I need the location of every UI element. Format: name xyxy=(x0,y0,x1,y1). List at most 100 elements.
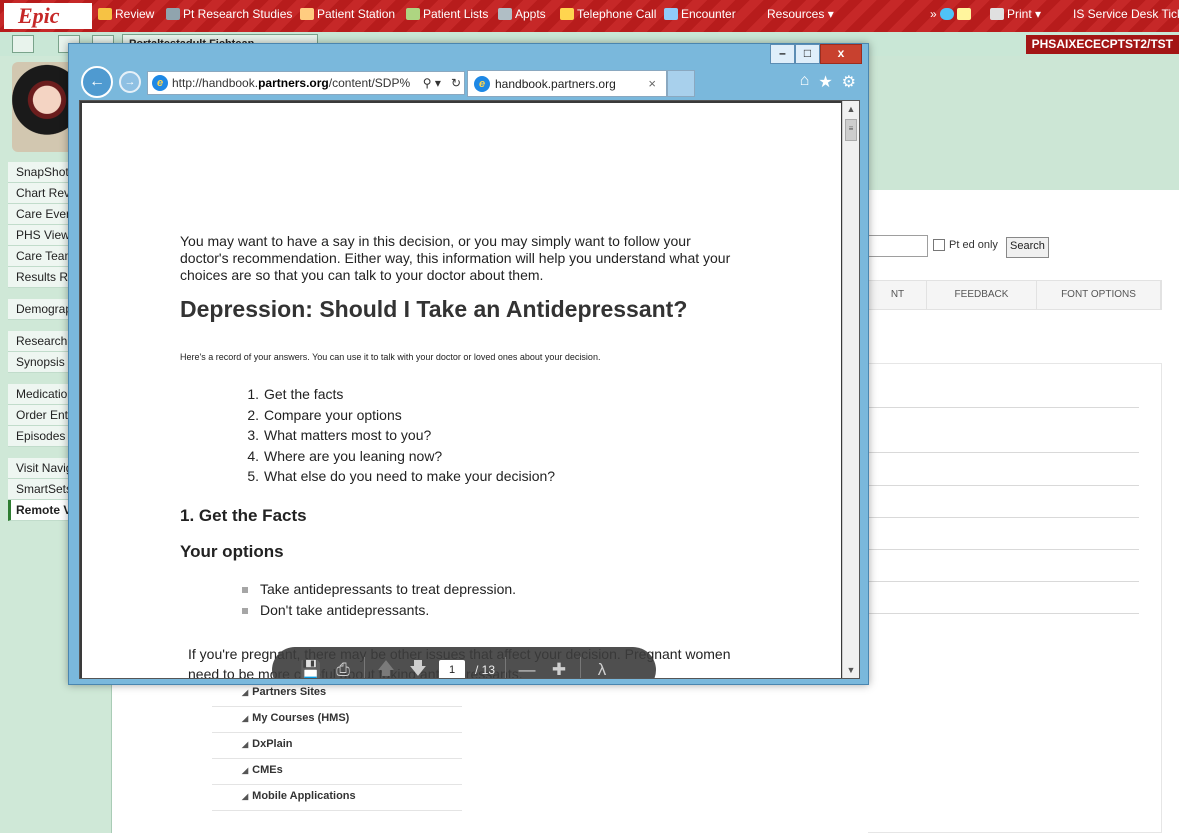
patient-station-icon xyxy=(300,8,314,20)
favorites-icon[interactable]: ★ xyxy=(818,72,832,92)
new-tab-button[interactable] xyxy=(667,70,695,97)
workspace-button-1[interactable] xyxy=(12,35,34,53)
url-text[interactable]: http://handbook.partners.org/content/SDP… xyxy=(172,76,416,90)
toolbar-telephone-call[interactable]: Telephone Call xyxy=(560,7,656,21)
browser-window: – □ x ← → e http://handbook.partners.org… xyxy=(68,43,869,685)
ie-logo-icon: e xyxy=(152,75,168,91)
triangle-icon: ◢ xyxy=(242,714,249,723)
link-mobile-applications[interactable]: ◢ Mobile Applications xyxy=(212,785,462,811)
bullet-icon xyxy=(242,608,248,615)
menu-tab-feedback[interactable]: FEEDBACK xyxy=(927,281,1037,309)
save-icon[interactable]: 💾 xyxy=(300,659,322,678)
forward-button[interactable]: → xyxy=(119,71,141,93)
toolbar-review[interactable]: Review xyxy=(98,7,154,21)
divider xyxy=(868,581,1139,582)
acrobat-icon[interactable]: λ xyxy=(591,659,613,678)
scroll-down-icon[interactable]: ▼ xyxy=(843,662,859,678)
previous-page-icon[interactable]: 🡅 xyxy=(375,659,397,678)
close-button[interactable]: x xyxy=(820,44,862,64)
link-cmes[interactable]: ◢ CMEs xyxy=(212,759,462,785)
appointments-icon xyxy=(498,8,512,20)
divider xyxy=(868,549,1139,550)
resource-links: ◢ Partners Sites ◢ My Courses (HMS) ◢ DxPla… xyxy=(212,681,462,811)
list-item: 1. Get the facts xyxy=(247,386,344,402)
refresh-icon[interactable]: ↻ xyxy=(448,76,464,90)
pdf-toolbar: 💾 ⎙ 🡅 🡇 1 / 13 — ✚ λ xyxy=(272,647,656,678)
triangle-icon: ◢ xyxy=(242,766,249,775)
divider xyxy=(364,657,365,678)
home-icon[interactable]: ⌂ xyxy=(800,72,810,92)
toolbar-appts[interactable]: Appts xyxy=(498,7,546,21)
menu-tab-partial[interactable]: NT xyxy=(869,281,927,309)
link-dxplain[interactable]: ◢ DxPlain xyxy=(212,733,462,759)
triangle-icon: ◢ xyxy=(242,688,249,697)
search-button[interactable]: Search xyxy=(1006,237,1049,258)
list-item: 2. Compare your options xyxy=(247,406,402,423)
link-my-courses[interactable]: ◢ My Courses (HMS) xyxy=(212,707,462,733)
address-bar[interactable]: e http://handbook.partners.org/content/S… xyxy=(147,71,465,95)
tab-title: handbook.partners.org xyxy=(495,76,616,91)
toolbar-patient-lists[interactable]: Patient Lists xyxy=(406,7,488,21)
pdf-page: You may want to have a say in this decis… xyxy=(82,103,841,678)
window-controls: – □ x xyxy=(770,44,862,64)
triangle-icon: ◢ xyxy=(242,740,249,749)
document-title: Depression: Should I Take an Antidepress… xyxy=(180,296,688,322)
zoom-in-icon[interactable]: ✚ xyxy=(548,659,570,678)
scroll-thumb[interactable]: ≡ xyxy=(845,119,857,141)
toolbar-more[interactable]: » xyxy=(930,7,971,21)
handbook-menu: NT FEEDBACK FONT OPTIONS xyxy=(868,280,1162,310)
globe-icon xyxy=(939,8,954,20)
wrench-icon xyxy=(956,8,971,20)
toolbar-patient-station[interactable]: Patient Station xyxy=(300,7,395,21)
next-page-icon[interactable]: 🡇 xyxy=(407,659,429,678)
toolbar-encounter[interactable]: Encounter xyxy=(664,7,736,21)
divider xyxy=(868,517,1139,518)
epic-toolbar: Epic Review Pt Research Studies Patient … xyxy=(0,0,1179,32)
encounter-icon xyxy=(664,8,678,20)
section-heading: 1. Get the Facts xyxy=(180,506,307,525)
print-icon[interactable]: ⎙ xyxy=(332,659,354,678)
divider xyxy=(505,657,507,678)
scrollbar[interactable]: ▲ ≡ ▼ xyxy=(842,101,859,678)
search-icon[interactable]: ⚲ ▾ xyxy=(420,76,444,90)
intro-paragraph: You may want to have a say in this decis… xyxy=(180,233,731,283)
print-icon xyxy=(990,8,1004,20)
toolbar-print[interactable]: Print ▾ xyxy=(990,7,1041,21)
page-number-input[interactable]: 1 xyxy=(439,660,465,678)
research-icon xyxy=(166,8,180,20)
divider xyxy=(868,452,1139,453)
search-input[interactable] xyxy=(868,235,928,257)
page-total: / 13 xyxy=(475,663,496,677)
zoom-out-icon[interactable]: — xyxy=(516,659,538,678)
pt-ed-only-checkbox[interactable] xyxy=(933,239,945,251)
content-panel xyxy=(868,363,1162,833)
list-item: 3. What matters most to you? xyxy=(247,427,432,444)
browser-tab[interactable]: e handbook.partners.org × xyxy=(467,70,667,97)
browser-tools: ⌂ ★ ⚙ xyxy=(800,72,856,92)
menu-tab-font-options[interactable]: FONT OPTIONS xyxy=(1037,281,1161,309)
triangle-icon: ◢ xyxy=(242,792,249,801)
divider xyxy=(868,407,1139,408)
ie-logo-icon: e xyxy=(474,75,490,92)
scroll-up-icon[interactable]: ▲ xyxy=(843,101,859,117)
toolbar-pt-research-studies[interactable]: Pt Research Studies xyxy=(166,7,292,21)
toolbar-is-service-desk[interactable]: IS Service Desk Tick xyxy=(1070,7,1179,21)
pdf-viewer: You may want to have a say in this decis… xyxy=(79,100,860,679)
minimize-button[interactable]: – xyxy=(770,44,795,64)
telephone-icon xyxy=(560,8,574,20)
back-button[interactable]: ← xyxy=(81,66,113,98)
list-item: 4. Where are you leaning now? xyxy=(247,447,443,464)
divider xyxy=(868,485,1139,486)
divider xyxy=(580,657,582,678)
settings-icon[interactable]: ⚙ xyxy=(842,72,856,92)
environment-label: PHSAIXECECPTST2/TST xyxy=(1025,35,1179,54)
maximize-button[interactable]: □ xyxy=(795,44,820,64)
divider xyxy=(868,613,1139,614)
toolbar-resources[interactable]: Resources ▾ xyxy=(764,7,834,21)
pt-ed-only-option[interactable]: Pt ed only xyxy=(933,239,998,251)
pt-ed-only-label: Pt ed only xyxy=(949,239,998,251)
epic-logo[interactable]: Epic xyxy=(4,3,92,29)
options-list: Take antidepressants to treat depression… xyxy=(242,579,516,621)
list-item: 5. What else do you need to make your dec… xyxy=(247,468,556,485)
tab-close-icon[interactable]: × xyxy=(648,76,666,91)
